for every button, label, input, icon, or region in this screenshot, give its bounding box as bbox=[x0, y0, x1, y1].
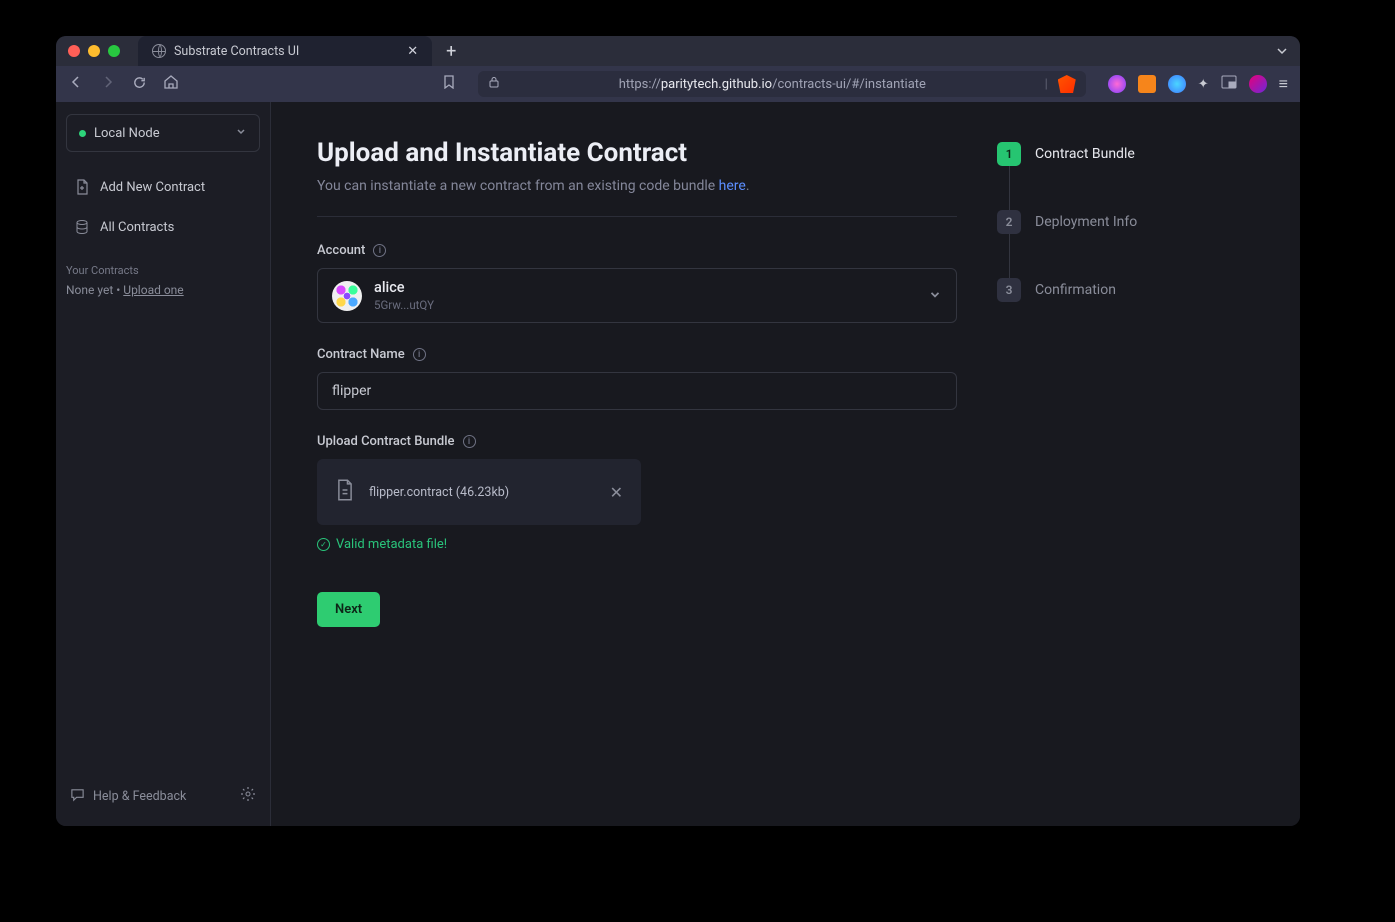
maximize-window-button[interactable] bbox=[108, 45, 120, 57]
tab-title: Substrate Contracts UI bbox=[174, 44, 299, 59]
database-icon bbox=[74, 219, 90, 235]
check-circle-icon: ✓ bbox=[317, 538, 330, 551]
step-2: 2 Deployment Info bbox=[997, 210, 1197, 234]
step-connector bbox=[1009, 234, 1010, 278]
contract-name-input[interactable] bbox=[317, 372, 957, 410]
account-label: Account i bbox=[317, 243, 957, 258]
polkadot-extension-icon[interactable] bbox=[1249, 75, 1267, 93]
extension-icon[interactable] bbox=[1108, 75, 1126, 93]
sidebar-item-label: Add New Contract bbox=[100, 180, 205, 195]
sidebar: Local Node Add New Contract Al bbox=[56, 102, 271, 826]
globe-icon bbox=[152, 44, 166, 58]
valid-metadata-message: ✓ Valid metadata file! bbox=[317, 537, 957, 552]
close-window-button[interactable] bbox=[68, 45, 80, 57]
chevron-down-icon bbox=[928, 286, 942, 305]
next-button[interactable]: Next bbox=[317, 592, 380, 627]
sidebar-item-all-contracts[interactable]: All Contracts bbox=[66, 210, 260, 244]
metamask-icon[interactable] bbox=[1138, 75, 1156, 93]
sidebar-item-label: All Contracts bbox=[100, 220, 174, 235]
account-selector[interactable]: alice 5Grw...utQY bbox=[317, 268, 957, 323]
file-name: flipper.contract (46.23kb) bbox=[369, 485, 596, 500]
brave-shield-icon[interactable] bbox=[1058, 75, 1076, 93]
node-selector[interactable]: Local Node bbox=[66, 114, 260, 152]
account-name: alice bbox=[374, 279, 916, 296]
status-dot-icon bbox=[79, 130, 86, 137]
step-number: 1 bbox=[997, 142, 1021, 166]
uploaded-file-box: flipper.contract (46.23kb) ✕ bbox=[317, 459, 641, 525]
titlebar: Substrate Contracts UI ✕ + bbox=[56, 36, 1300, 66]
pip-icon[interactable] bbox=[1221, 75, 1237, 93]
chevron-down-icon bbox=[235, 125, 247, 141]
node-label: Local Node bbox=[94, 126, 160, 141]
file-add-icon bbox=[74, 179, 90, 195]
step-label: Confirmation bbox=[1035, 282, 1116, 298]
bookmark-icon[interactable] bbox=[442, 75, 456, 93]
step-connector bbox=[1009, 166, 1010, 210]
reload-icon[interactable] bbox=[132, 75, 147, 94]
extensions-icon[interactable]: ✦ bbox=[1198, 77, 1209, 92]
step-label: Deployment Info bbox=[1035, 214, 1137, 230]
upload-bundle-label: Upload Contract Bundle i bbox=[317, 434, 957, 449]
back-icon[interactable] bbox=[68, 74, 84, 94]
here-link[interactable]: here bbox=[719, 178, 746, 194]
sidebar-item-add-new-contract[interactable]: Add New Contract bbox=[66, 170, 260, 204]
step-1: 1 Contract Bundle bbox=[997, 142, 1197, 166]
lock-icon bbox=[488, 76, 500, 92]
window-controls bbox=[68, 45, 120, 57]
upload-one-link[interactable]: Upload one bbox=[123, 283, 183, 297]
divider bbox=[317, 216, 957, 217]
step-3: 3 Confirmation bbox=[997, 278, 1197, 302]
settings-icon[interactable] bbox=[240, 786, 256, 806]
url-bar: https://paritytech.github.io/contracts-u… bbox=[56, 66, 1300, 102]
identicon-icon bbox=[332, 281, 362, 311]
browser-window: Substrate Contracts UI ✕ + https://parit… bbox=[56, 36, 1300, 826]
step-number: 3 bbox=[997, 278, 1021, 302]
extension-icon[interactable] bbox=[1168, 75, 1186, 93]
step-number: 2 bbox=[997, 210, 1021, 234]
minimize-window-button[interactable] bbox=[88, 45, 100, 57]
menu-icon[interactable]: ≡ bbox=[1279, 74, 1288, 94]
info-icon[interactable]: i bbox=[463, 435, 476, 448]
step-label: Contract Bundle bbox=[1035, 146, 1135, 162]
tabs-menu-icon[interactable] bbox=[1276, 42, 1288, 61]
contract-name-label: Contract Name i bbox=[317, 347, 957, 362]
close-tab-icon[interactable]: ✕ bbox=[407, 44, 418, 59]
new-tab-button[interactable]: + bbox=[446, 41, 456, 62]
steps-sidebar: 1 Contract Bundle 2 Deployment Info 3 Co… bbox=[997, 138, 1197, 790]
page-title: Upload and Instantiate Contract bbox=[317, 138, 957, 168]
page-subtitle: You can instantiate a new contract from … bbox=[317, 178, 957, 194]
file-icon bbox=[335, 479, 355, 505]
help-feedback-link[interactable]: Help & Feedback bbox=[70, 787, 186, 806]
main-content: Upload and Instantiate Contract You can … bbox=[271, 102, 1300, 826]
remove-file-button[interactable]: ✕ bbox=[610, 483, 623, 502]
chat-icon bbox=[70, 787, 85, 806]
home-icon[interactable] bbox=[163, 74, 179, 94]
info-icon[interactable]: i bbox=[413, 348, 426, 361]
address-bar[interactable]: https://paritytech.github.io/contracts-u… bbox=[478, 71, 1086, 97]
your-contracts-heading: Your Contracts bbox=[66, 264, 260, 277]
forward-icon[interactable] bbox=[100, 74, 116, 94]
account-address: 5Grw...utQY bbox=[374, 298, 916, 312]
info-icon[interactable]: i bbox=[373, 244, 386, 257]
your-contracts-empty: None yet • Upload one bbox=[66, 283, 260, 297]
url-text: https://paritytech.github.io/contracts-u… bbox=[510, 77, 1034, 92]
browser-tab[interactable]: Substrate Contracts UI ✕ bbox=[138, 36, 432, 66]
